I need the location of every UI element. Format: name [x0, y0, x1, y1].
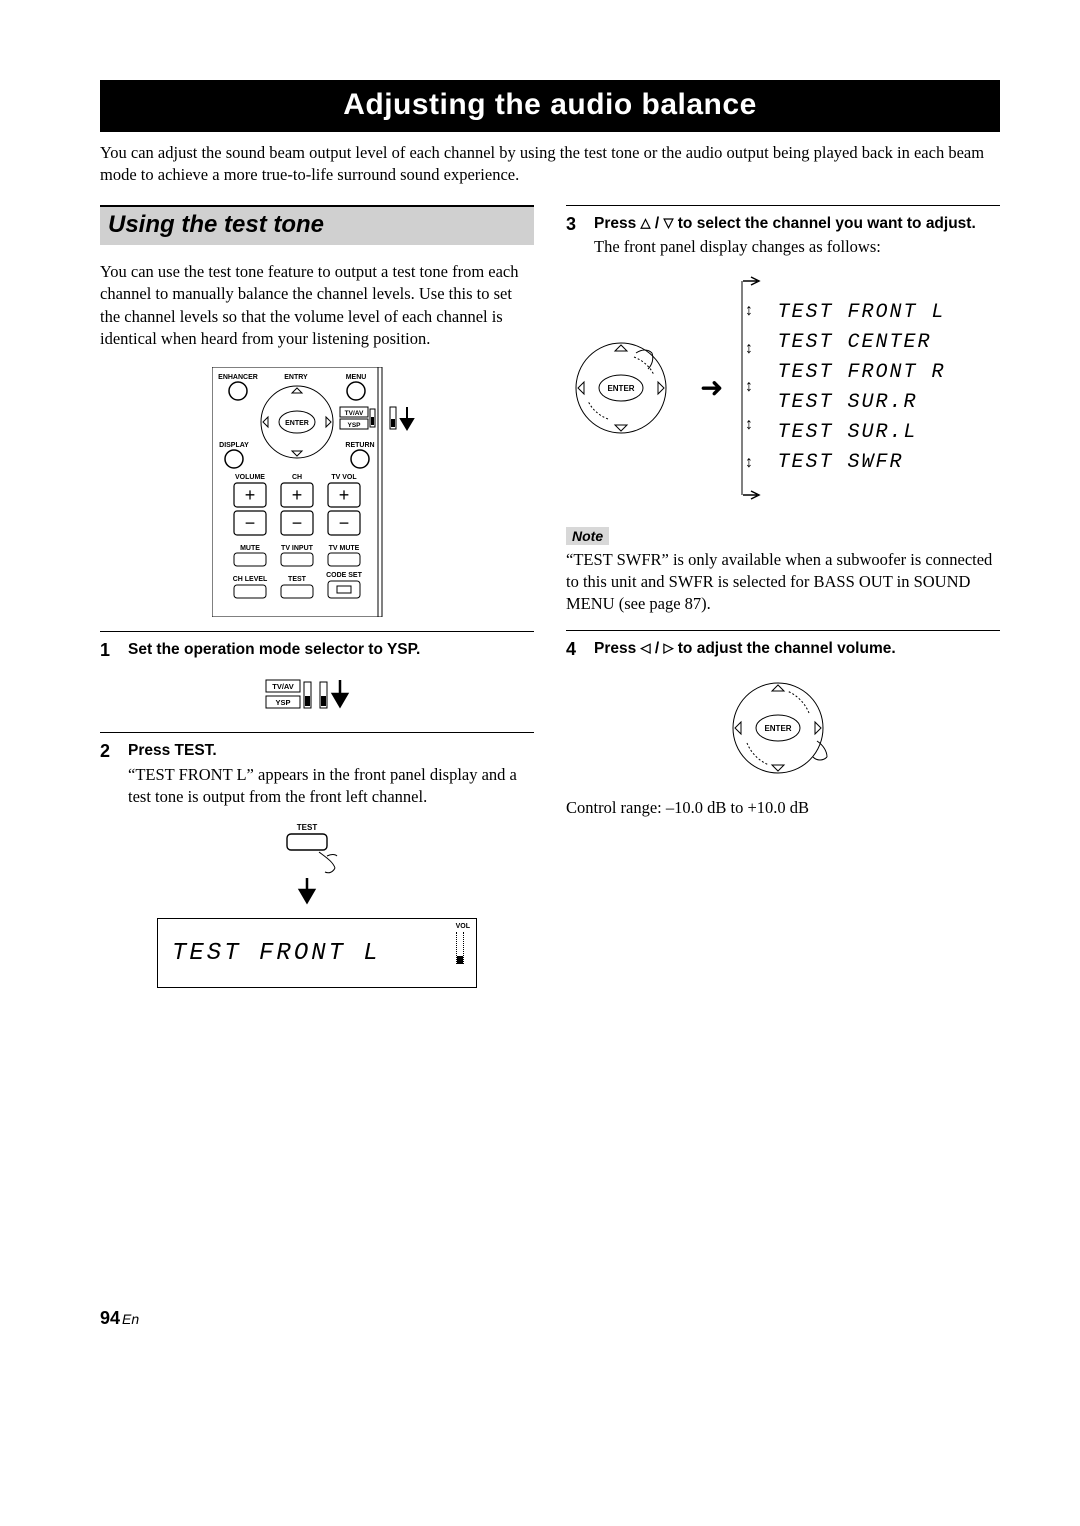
vol-indicator: VOL	[456, 923, 470, 964]
step-title: Press △ / ▽ to select the channel you wa…	[594, 215, 976, 232]
svg-text:CH: CH	[292, 474, 302, 481]
step-1: 1 Set the operation mode selector to YSP…	[100, 638, 534, 662]
svg-text:YSP: YSP	[275, 698, 290, 707]
test-button-diagram: TEST	[100, 820, 534, 910]
step-number: 4	[566, 637, 584, 661]
step-4: 4 Press ◁ / ▷ to adjust the channel volu…	[566, 637, 1000, 661]
svg-text:↕: ↕	[745, 378, 753, 395]
svg-text:+: +	[339, 485, 350, 505]
step-2: 2 Press TEST. “TEST FRONT L” appears in …	[100, 739, 534, 808]
svg-text:TEST: TEST	[297, 823, 318, 832]
panel-text: TEST FRONT L	[172, 940, 381, 967]
svg-text:ENTRY: ENTRY	[284, 374, 308, 381]
step-title: Set the operation mode selector to YSP.	[128, 641, 420, 658]
svg-text:VOLUME: VOLUME	[235, 474, 265, 481]
remote-diagram: ENHANCER ENTRY MENU ENTER TV/AV	[100, 367, 534, 617]
svg-text:ENHANCER: ENHANCER	[218, 374, 258, 381]
step-text: The front panel display changes as follo…	[594, 236, 1000, 258]
step-number: 1	[100, 638, 118, 662]
svg-text:−: −	[292, 513, 303, 533]
svg-text:ENTER: ENTER	[607, 384, 634, 393]
cycle-arrows: ↕ ↕ ↕ ↕ ↕	[737, 273, 763, 503]
section-heading: Using the test tone	[100, 205, 534, 245]
page-banner: Adjusting the audio balance	[100, 80, 1000, 132]
step-number: 2	[100, 739, 118, 808]
arrow-right-icon: ➜	[700, 371, 723, 405]
svg-text:↕: ↕	[745, 416, 753, 433]
step-title: Press ◁ / ▷ to adjust the channel volume…	[594, 640, 896, 657]
front-panel-display: TEST FRONT L VOL	[157, 918, 477, 988]
step-3: 3 Press △ / ▽ to select the channel you …	[566, 212, 1000, 259]
svg-text:CODE SET: CODE SET	[326, 572, 363, 579]
svg-text:TV VOL: TV VOL	[331, 474, 357, 481]
step-number: 3	[566, 212, 584, 259]
step-title: Press TEST.	[128, 742, 217, 759]
note-label: Note	[566, 527, 609, 545]
section-body: You can use the test tone feature to out…	[100, 261, 534, 350]
svg-text:↕: ↕	[745, 302, 753, 319]
svg-text:RETURN: RETURN	[345, 442, 374, 449]
intro-text: You can adjust the sound beam output lev…	[100, 142, 1000, 187]
dpad-diagram-2: ENTER	[566, 673, 1000, 783]
svg-text:↕: ↕	[745, 340, 753, 357]
svg-text:ENTER: ENTER	[764, 724, 791, 733]
svg-text:YSP: YSP	[347, 422, 361, 429]
svg-text:TEST: TEST	[288, 576, 307, 583]
page-number: 94En	[100, 1308, 1000, 1329]
svg-text:ENTER: ENTER	[285, 420, 309, 427]
svg-text:−: −	[245, 513, 256, 533]
step-text: “TEST FRONT L” appears in the front pane…	[128, 764, 534, 809]
mode-selector-diagram: TV/AV YSP	[100, 674, 534, 718]
channel-list-diagram: ENTER ➜ ↕ ↕ ↕ ↕ ↕	[566, 273, 1000, 503]
svg-text:MUTE: MUTE	[240, 545, 260, 552]
svg-text:CH LEVEL: CH LEVEL	[233, 576, 268, 583]
svg-text:TV/AV: TV/AV	[272, 682, 294, 691]
svg-text:TV INPUT: TV INPUT	[281, 545, 314, 552]
svg-text:+: +	[292, 485, 303, 505]
channel-sequence: TEST FRONT L TEST CENTER TEST FRONT R TE…	[777, 298, 945, 478]
control-range: Control range: –10.0 dB to +10.0 dB	[566, 797, 1000, 819]
svg-text:TV/AV: TV/AV	[345, 410, 364, 417]
svg-text:+: +	[245, 485, 256, 505]
note-text: “TEST SWFR” is only available when a sub…	[566, 549, 1000, 616]
svg-text:DISPLAY: DISPLAY	[219, 442, 249, 449]
svg-text:↕: ↕	[745, 454, 753, 471]
svg-text:MENU: MENU	[346, 374, 367, 381]
dpad-icon: ENTER	[566, 333, 686, 443]
svg-text:−: −	[339, 513, 350, 533]
svg-text:TV MUTE: TV MUTE	[329, 545, 360, 552]
